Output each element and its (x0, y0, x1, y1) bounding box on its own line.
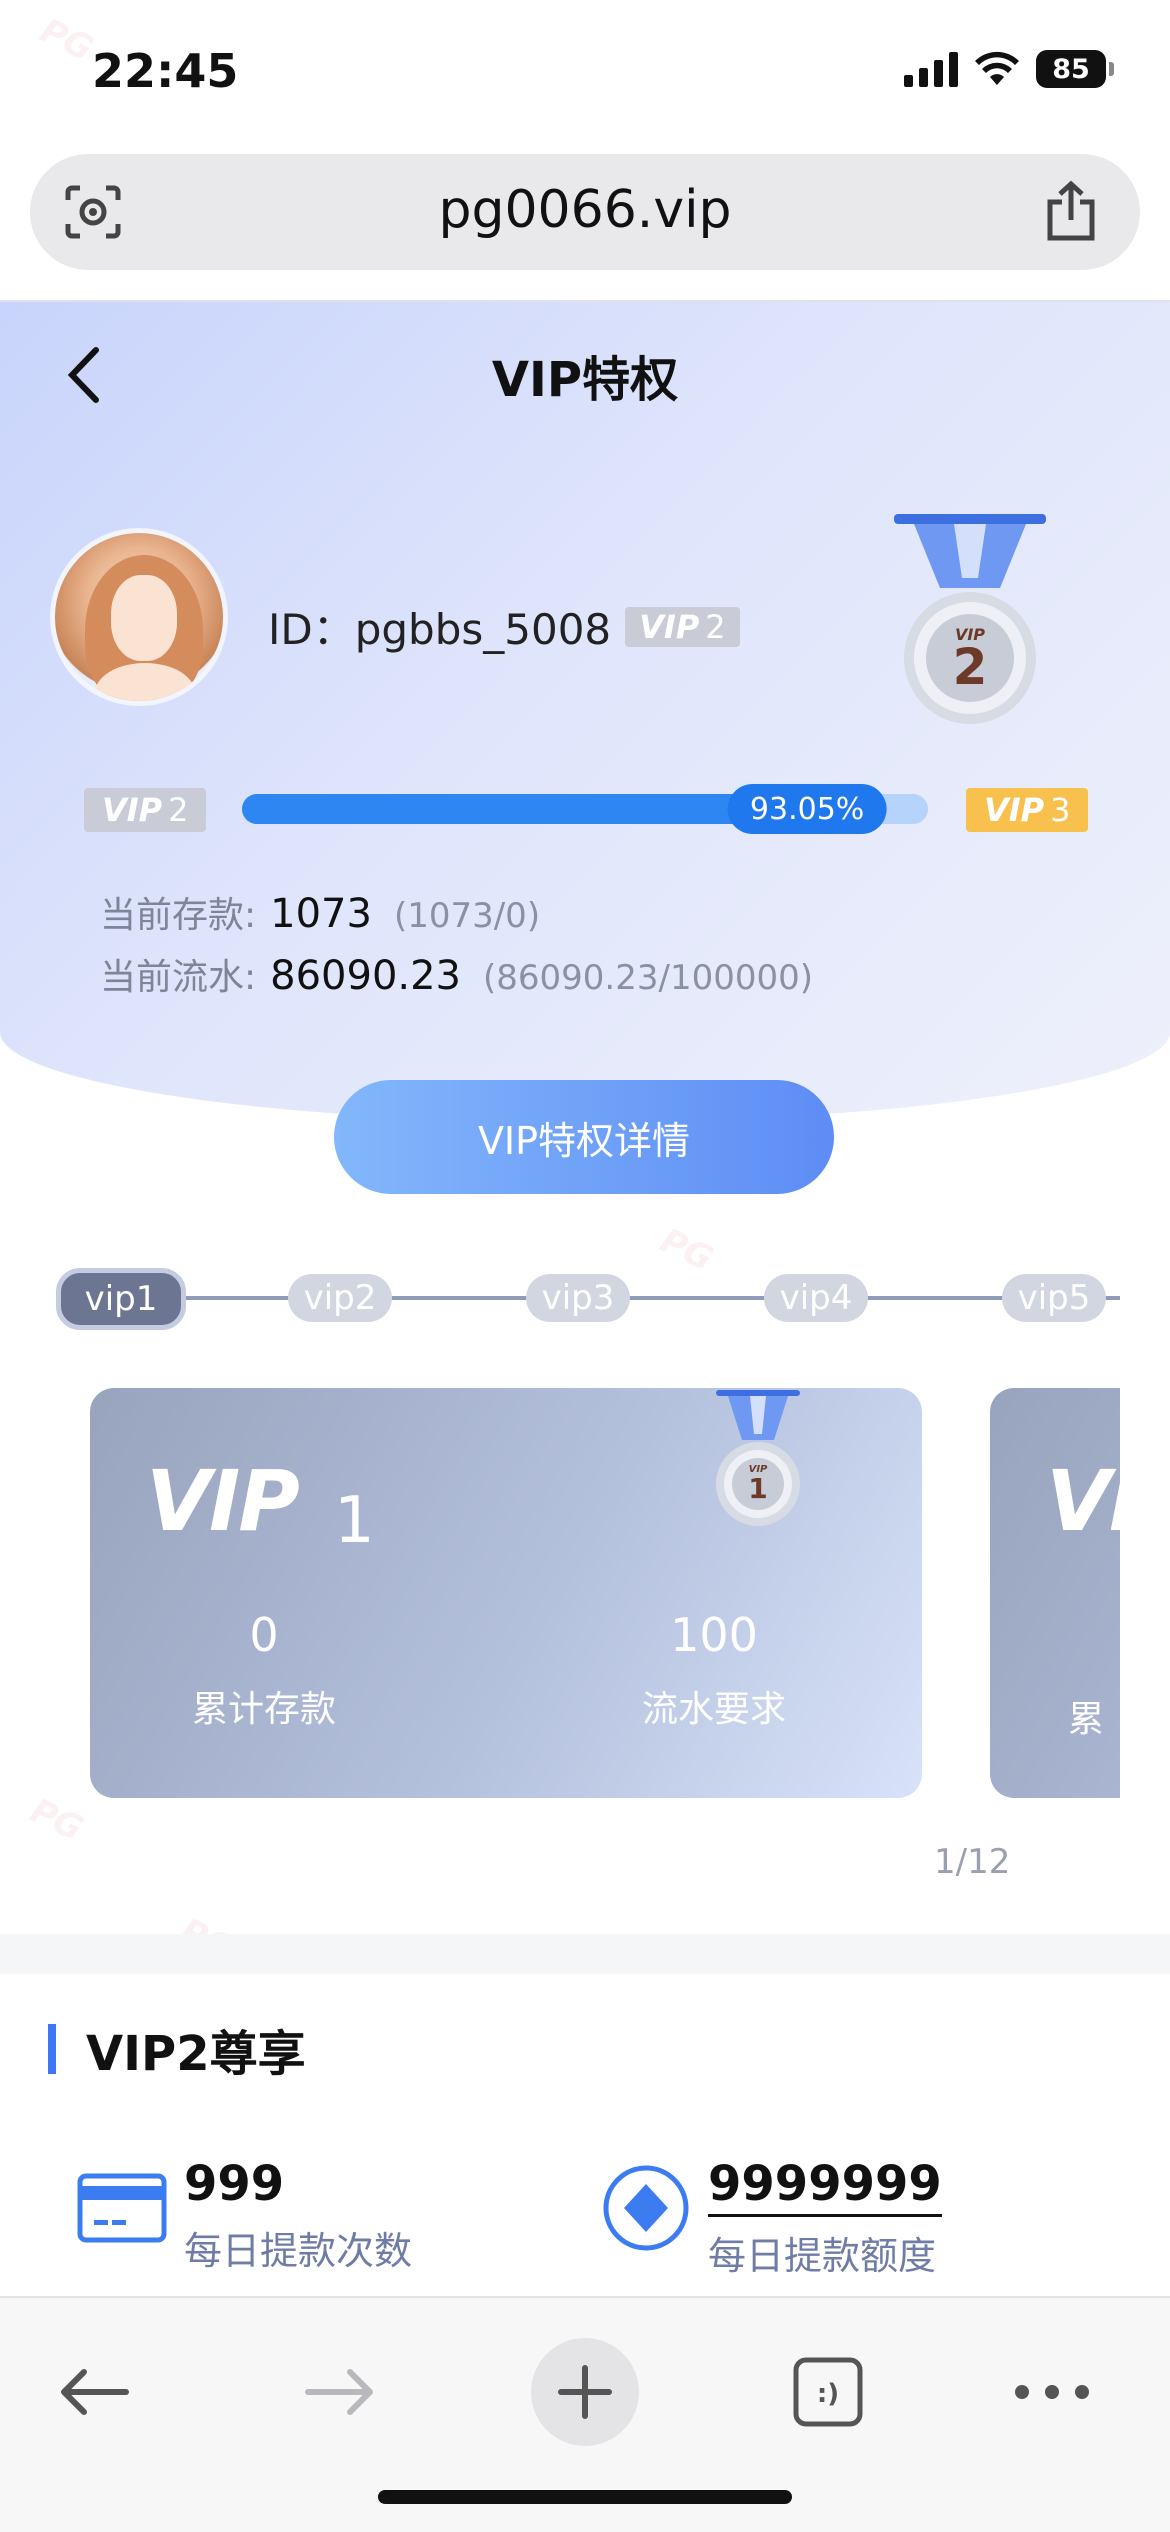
deposit-value: 1073 (270, 891, 372, 937)
svg-text:1: 1 (748, 1472, 767, 1505)
benefit-daily-withdraw-limit: 9999999 每日提款额度 (600, 2156, 942, 2280)
section-divider (0, 1934, 1170, 1974)
more-menu-button[interactable] (1002, 2342, 1102, 2442)
card-vip-word: VIP (1046, 1452, 1120, 1550)
card-deposit-stat: 累 (990, 1608, 1120, 1742)
url-text[interactable]: pg0066.vip (30, 180, 1140, 240)
deposit-label: 当前存款: (100, 895, 257, 936)
avatar (50, 528, 228, 706)
next-level-tag: VIP 3 (966, 788, 1089, 832)
back-nav-button[interactable] (44, 2342, 144, 2442)
address-bar[interactable]: pg0066.vip (30, 154, 1140, 270)
tabs-icon: :) (793, 2357, 863, 2427)
user-id: ID：pgbbs_5008 VIP 2 (268, 596, 740, 657)
card-turnover-label: 流水要求 (641, 1689, 786, 1730)
wifi-icon (975, 51, 1019, 85)
card-deposit-stat: 0 累计存款 (114, 1608, 414, 1732)
current-level-tag: VIP 2 (84, 788, 207, 832)
user-vip-badge: VIP 2 (625, 606, 740, 647)
card-deposit-label: 累计存款 (191, 1689, 336, 1730)
diamond-coin-icon (603, 2165, 689, 2251)
benefit-value: 9999999 (708, 2156, 942, 2217)
status-bar: 22:45 85 (0, 0, 1170, 140)
plus-icon (558, 2365, 612, 2419)
progress-percent: 93.05% (727, 784, 887, 834)
tabs-button[interactable]: :) (778, 2342, 878, 2442)
watermark: PG (24, 1790, 89, 1850)
turnover-value: 86090.23 (270, 953, 461, 999)
tab-vip2[interactable]: vip2 (288, 1274, 392, 1322)
svg-text:2: 2 (953, 638, 988, 696)
card-icon (77, 2173, 167, 2243)
status-time: 22:45 (92, 44, 239, 98)
new-tab-button[interactable] (531, 2338, 639, 2446)
level-progress-bar: 93.05% (242, 784, 928, 834)
share-icon[interactable] (1042, 180, 1100, 244)
benefit-label: 每日提款额度 (708, 2234, 937, 2278)
vip1-medal-icon: VIP 1 (716, 1390, 800, 1526)
svg-text::): :) (817, 2379, 839, 2409)
vip-level-card[interactable]: VIP 1 VIP 1 0 累计存款 100 流水要求 (90, 1388, 922, 1798)
battery-icon: 85 (1036, 50, 1114, 88)
card-vip-word: VIP (146, 1452, 300, 1550)
user-id-text: ID：pgbbs_5008 (268, 605, 612, 654)
benefit-daily-withdraw-count: 999 每日提款次数 (76, 2156, 412, 2275)
tab-vip5[interactable]: vip5 (1002, 1274, 1106, 1322)
arrow-left-icon (61, 2369, 129, 2415)
deposit-stat: 当前存款: 1073 (1073/0) (100, 886, 540, 938)
deposit-ratio: (1073/0) (393, 896, 541, 936)
more-icon (1015, 2385, 1089, 2399)
carousel-pager: 1/12 (934, 1842, 1011, 1882)
page: PG PG PG PG PG PG PG PG 22:45 85 (0, 0, 1170, 2532)
tab-vip4[interactable]: vip4 (764, 1274, 868, 1322)
card-turnover-stat: 100 流水要求 (564, 1608, 864, 1732)
forward-nav-button[interactable] (290, 2342, 390, 2442)
turnover-ratio: (86090.23/100000) (483, 958, 814, 998)
turnover-stat: 当前流水: 86090.23 (86090.23/100000) (100, 948, 813, 1000)
vip-level-card-next[interactable]: VIP 累 (990, 1388, 1120, 1798)
tab-vip1[interactable]: vip1 (56, 1268, 186, 1330)
vip-details-button[interactable]: VIP特权详情 (334, 1080, 834, 1194)
card-turnover-value: 100 (670, 1608, 758, 1662)
card-deposit-value: 0 (249, 1608, 279, 1662)
watermark: PG (654, 1220, 719, 1280)
card-deposit-label: 累 (1067, 1699, 1104, 1740)
section-accent-bar (48, 2024, 56, 2074)
benefits-section-title: VIP2尊享 (48, 2020, 306, 2082)
tab-vip3[interactable]: vip3 (526, 1274, 630, 1322)
page-title: VIP特权 (491, 352, 679, 408)
benefit-value: 999 (184, 2156, 285, 2212)
cellular-signal-icon (904, 51, 958, 87)
arrow-right-icon (305, 2369, 373, 2415)
vip2-medal-icon: VIP 2 (894, 514, 1046, 724)
battery-level: 85 (1036, 50, 1106, 88)
home-indicator (378, 2490, 792, 2504)
vip-level-carousel[interactable]: VIP 1 VIP 1 0 累计存款 100 流水要求 VIP (0, 1388, 1120, 1798)
section-title-text: VIP2尊享 (86, 2026, 306, 2082)
status-icons: 85 (904, 50, 1114, 88)
card-level-number: 1 (334, 1484, 375, 1558)
turnover-label: 当前流水: (100, 957, 257, 998)
benefit-label: 每日提款次数 (184, 2229, 413, 2273)
